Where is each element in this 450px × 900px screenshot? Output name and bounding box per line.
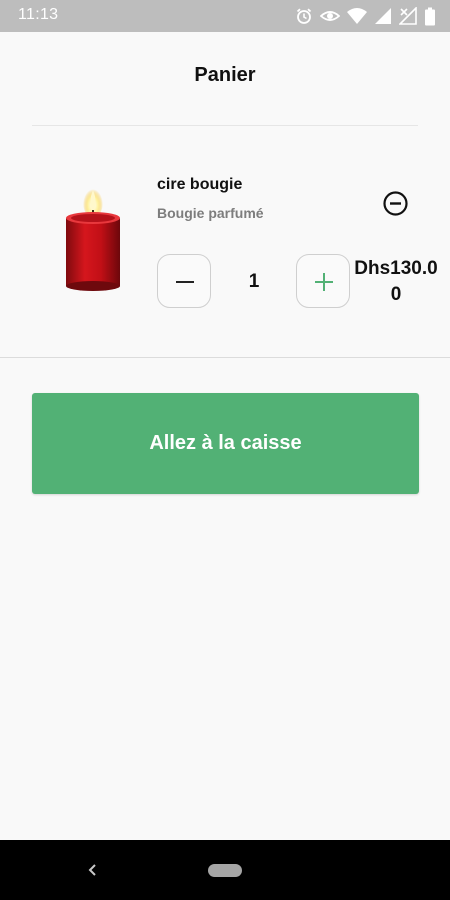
eye-icon [320,7,340,25]
alarm-icon [295,7,313,25]
product-subtitle: Bougie parfumé [157,205,264,221]
plus-icon [315,273,333,291]
signal-icon [374,7,392,25]
status-time: 11:13 [18,6,59,23]
item-price: Dhs130.00 [354,258,438,305]
wifi-icon [347,7,367,25]
status-icons [295,6,436,26]
page-title: Panier [194,64,256,86]
battery-icon [424,7,436,26]
cart-item: cire bougie Bougie parfumé 1 Dhs130.00 [0,126,450,358]
back-icon[interactable] [84,862,100,878]
product-image [62,186,124,292]
checkout-button[interactable]: Allez à la caisse [32,393,419,494]
status-bar: 11:13 [0,0,450,32]
quantity-value: 1 [248,271,260,292]
minus-circle-icon [383,191,408,216]
item-divider [0,357,450,358]
no-signal-icon [399,7,417,25]
decrease-quantity-button[interactable] [157,254,211,308]
increase-quantity-button[interactable] [296,254,350,308]
home-pill-icon[interactable] [208,864,242,877]
remove-item-button[interactable] [382,190,409,217]
navigation-bar [0,840,450,900]
minus-icon [176,281,194,283]
product-name: cire bougie [157,176,243,193]
